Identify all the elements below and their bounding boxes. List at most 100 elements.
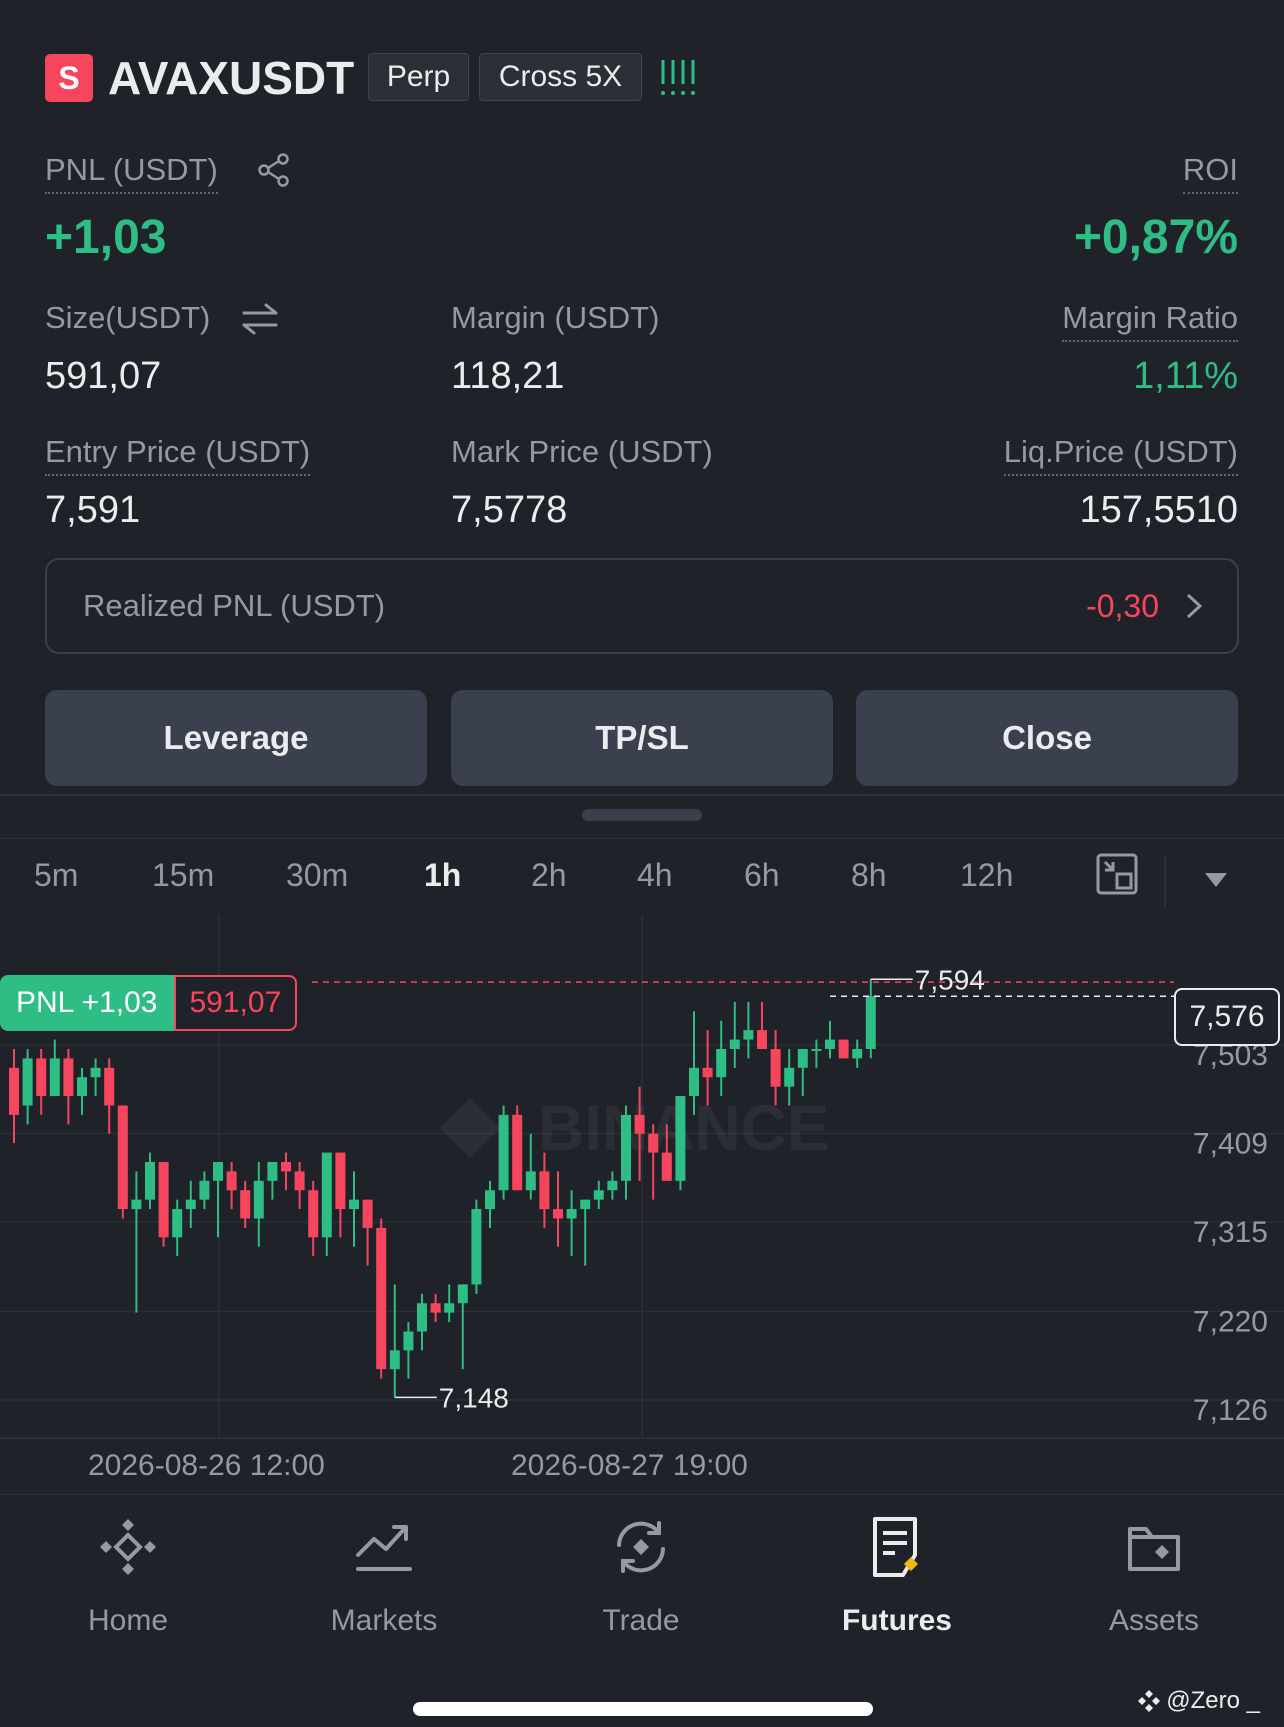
candle-body <box>634 1114 645 1134</box>
home-logo-icon <box>100 1519 156 1575</box>
timeframe-2h[interactable]: 2h <box>531 853 567 897</box>
symbol-title[interactable]: AVAXUSDT <box>108 50 354 106</box>
chevron-right-icon <box>1186 593 1203 619</box>
candle <box>49 1039 60 1097</box>
realized-pnl-value: -0,30 <box>1086 588 1159 624</box>
timeframe-divider <box>0 838 1284 839</box>
timeframe-6h[interactable]: 6h <box>744 853 780 897</box>
share-icon[interactable] <box>256 152 292 188</box>
candle <box>430 1293 441 1323</box>
candle <box>553 1171 563 1247</box>
candle-body <box>281 1161 291 1172</box>
y-tick-label: 7,220 <box>1193 1305 1268 1338</box>
candle <box>308 1180 319 1257</box>
nav-futures-label: Futures <box>841 1604 952 1637</box>
nav-assets-label: Assets <box>1108 1604 1200 1637</box>
collapse-chart-icon[interactable] <box>1095 852 1139 896</box>
candle <box>512 1105 523 1191</box>
candle <box>281 1152 291 1191</box>
candle-body <box>226 1171 237 1191</box>
liq-price-label[interactable]: Liq.Price (USDT) <box>1003 432 1238 476</box>
nav-futures[interactable]: Futures <box>797 1515 997 1645</box>
roi-label[interactable]: ROI <box>1182 150 1238 194</box>
timeframe-1h[interactable]: 1h <box>424 853 461 897</box>
candle <box>321 1152 332 1257</box>
candle-body <box>199 1180 210 1200</box>
candle-body <box>77 1077 87 1097</box>
candle <box>199 1171 210 1210</box>
candle <box>22 1048 33 1125</box>
candle <box>838 1039 849 1059</box>
candle-body <box>321 1152 332 1238</box>
candle-body <box>797 1048 808 1068</box>
leverage-button[interactable]: Leverage <box>45 690 427 786</box>
candle-body <box>90 1067 101 1078</box>
candle <box>376 1218 387 1379</box>
timeframe-8h[interactable]: 8h <box>851 853 887 897</box>
candle <box>593 1180 604 1210</box>
low-price-label: 7,148 <box>439 1382 509 1413</box>
margin-value: 118,21 <box>451 355 565 397</box>
candle <box>226 1161 237 1210</box>
candle <box>865 979 876 1059</box>
nav-home[interactable]: Home <box>28 1515 228 1645</box>
timeframe-15m[interactable]: 15m <box>152 853 214 897</box>
size-value: 591,07 <box>45 355 162 397</box>
position-tag[interactable]: PNL +1,03 591,07 <box>0 975 298 1031</box>
y-tick-label: 7,409 <box>1193 1128 1268 1161</box>
candle-body <box>838 1039 849 1059</box>
timeframe-30m[interactable]: 30m <box>286 853 348 897</box>
candle-body <box>9 1067 19 1115</box>
candle <box>852 1039 863 1068</box>
trade-exchange-icon <box>617 1521 665 1573</box>
pnl-label[interactable]: PNL (USDT) <box>45 150 218 194</box>
home-indicator[interactable] <box>413 1702 873 1716</box>
candle-body <box>865 996 876 1049</box>
drag-handle[interactable] <box>582 809 702 821</box>
close-position-button[interactable]: Close <box>856 690 1238 786</box>
margin-ratio-bars-icon <box>661 60 695 95</box>
caret-down-icon[interactable] <box>1205 873 1227 887</box>
candle <box>607 1171 618 1200</box>
candle-body <box>117 1105 128 1210</box>
candle <box>36 1048 47 1115</box>
timeframe-5m[interactable]: 5m <box>34 853 78 897</box>
realized-pnl-row[interactable]: Realized PNL (USDT) -0,30 <box>45 558 1239 654</box>
candle-body <box>702 1067 713 1078</box>
candle-body <box>825 1039 835 1049</box>
high-price-label: 7,594 <box>915 964 985 995</box>
candle-body <box>430 1303 441 1313</box>
candle-body <box>607 1180 618 1191</box>
nav-assets[interactable]: Assets <box>1054 1515 1254 1645</box>
candle-body <box>811 1048 822 1051</box>
nav-trade[interactable]: Trade <box>541 1515 741 1645</box>
candle <box>580 1199 591 1266</box>
candle <box>485 1180 495 1228</box>
tpsl-button[interactable]: TP/SL <box>451 690 833 786</box>
candle-body <box>240 1190 251 1219</box>
nav-markets[interactable]: Markets <box>284 1515 484 1645</box>
candle <box>471 1199 482 1294</box>
tabbar-divider <box>0 1494 1284 1495</box>
swap-arrows-icon[interactable] <box>240 302 280 336</box>
margin-mode-tag[interactable]: Cross 5X <box>479 53 642 101</box>
timeframe-12h[interactable]: 12h <box>960 853 1013 897</box>
margin-ratio-label[interactable]: Margin Ratio <box>1062 298 1238 342</box>
candle-body <box>485 1190 495 1210</box>
candle-body <box>757 1030 767 1049</box>
candle <box>185 1180 196 1228</box>
candle <box>825 1020 835 1059</box>
candle-body <box>457 1284 468 1304</box>
candle-body <box>253 1180 264 1219</box>
nav-trade-label: Trade <box>602 1604 680 1637</box>
entry-price-label[interactable]: Entry Price (USDT) <box>45 432 311 476</box>
candle <box>729 1001 740 1068</box>
candle <box>498 1105 509 1200</box>
timeframe-4h[interactable]: 4h <box>637 853 673 897</box>
y-tick-label: 7,126 <box>1193 1394 1268 1427</box>
entry-price-value: 7,591 <box>45 489 141 531</box>
candle-body <box>498 1114 509 1191</box>
y-tick-label: 7,315 <box>1193 1216 1268 1249</box>
candle <box>131 1171 142 1313</box>
symbol-badge: S <box>45 54 93 102</box>
